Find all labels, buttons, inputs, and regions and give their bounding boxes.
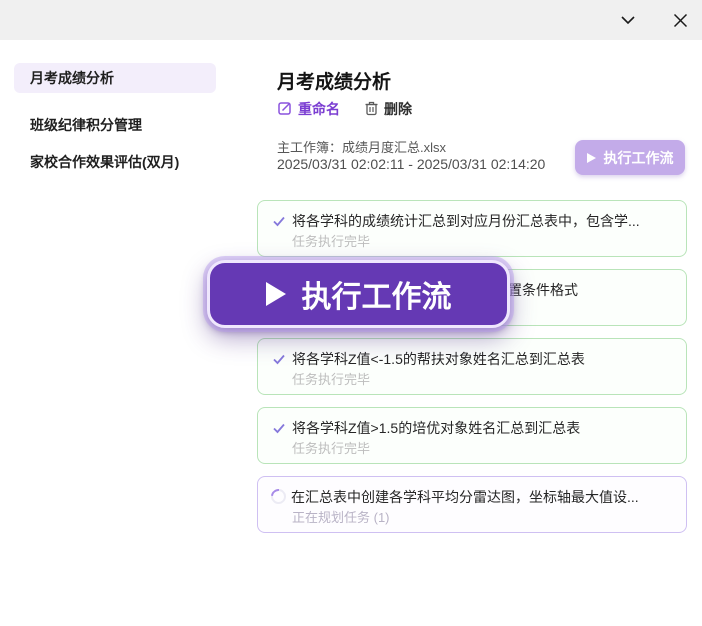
- task-text: 将各学科Z值<-1.5的帮扶对象姓名汇总到汇总表: [292, 349, 585, 369]
- spinner-icon: [271, 486, 289, 507]
- rename-label: 重命名: [298, 99, 340, 119]
- titlebar: [0, 0, 702, 40]
- sidebar-item-label: 班级纪律积分管理: [30, 115, 142, 135]
- delete-label: 删除: [384, 99, 412, 119]
- header-actions: 重命名 删除: [277, 99, 412, 119]
- task-card[interactable]: 将各学科Z值>1.5的培优对象姓名汇总到汇总表 任务执行完毕: [257, 407, 687, 464]
- task-status: 正在规划任务 (1): [292, 507, 673, 525]
- close-button[interactable]: [670, 10, 690, 30]
- time-range: 2025/03/31 02:02:11 - 2025/03/31 02:14:2…: [277, 156, 545, 172]
- sidebar-item-monthly-exam-analysis[interactable]: 月考成绩分析: [14, 63, 216, 93]
- check-icon: [271, 213, 287, 229]
- task-text: 将各学科Z值>1.5的培优对象姓名汇总到汇总表: [292, 418, 580, 438]
- task-text: 在汇总表中创建各学科平均分雷达图，坐标轴最大值设...: [291, 487, 639, 507]
- rename-button[interactable]: 重命名: [277, 99, 340, 119]
- trash-icon: [364, 100, 379, 119]
- run-workflow-overlay-label: 执行工作流: [302, 272, 452, 316]
- sidebar-item-label: 家校合作效果评估(双月): [30, 152, 179, 172]
- task-card[interactable]: 在汇总表中创建各学科平均分雷达图，坐标轴最大值设... 正在规划任务 (1): [257, 476, 687, 533]
- play-icon: [587, 153, 596, 163]
- edit-square-icon: [277, 100, 293, 119]
- page-title: 月考成绩分析: [277, 67, 391, 94]
- sidebar: 月考成绩分析 班级纪律积分管理 家校合作效果评估(双月): [14, 63, 216, 177]
- task-card[interactable]: 将各学科的成绩统计汇总到对应月份汇总表中，包含学... 任务执行完毕: [257, 200, 687, 257]
- sidebar-item-discipline-points[interactable]: 班级纪律积分管理: [14, 110, 216, 140]
- close-icon: [673, 13, 688, 28]
- run-workflow-label: 执行工作流: [604, 148, 674, 168]
- play-icon: [266, 282, 286, 306]
- task-status: 任务执行完毕: [292, 369, 673, 387]
- collapse-button[interactable]: [618, 10, 638, 30]
- workbook-info: 主工作簿：成绩月度汇总.xlsx: [277, 137, 446, 156]
- check-icon: [271, 351, 287, 367]
- task-text: 置条件格式: [508, 280, 578, 300]
- task-text: 将各学科的成绩统计汇总到对应月份汇总表中，包含学...: [292, 211, 640, 231]
- task-card[interactable]: 将各学科Z值<-1.5的帮扶对象姓名汇总到汇总表 任务执行完毕: [257, 338, 687, 395]
- run-workflow-button[interactable]: 执行工作流: [575, 140, 685, 175]
- task-status: 任务执行完毕: [292, 231, 673, 249]
- window-controls: [618, 0, 690, 40]
- run-workflow-overlay-button[interactable]: 执行工作流: [207, 260, 510, 328]
- delete-button[interactable]: 删除: [364, 99, 412, 119]
- chevron-down-icon: [619, 11, 637, 29]
- check-icon: [271, 420, 287, 436]
- sidebar-item-label: 月考成绩分析: [30, 68, 114, 88]
- task-list: 将各学科的成绩统计汇总到对应月份汇总表中，包含学... 任务执行完毕 置条件格式…: [257, 200, 687, 545]
- task-status: 任务执行完毕: [292, 438, 673, 456]
- sidebar-item-home-school-eval[interactable]: 家校合作效果评估(双月): [14, 147, 216, 177]
